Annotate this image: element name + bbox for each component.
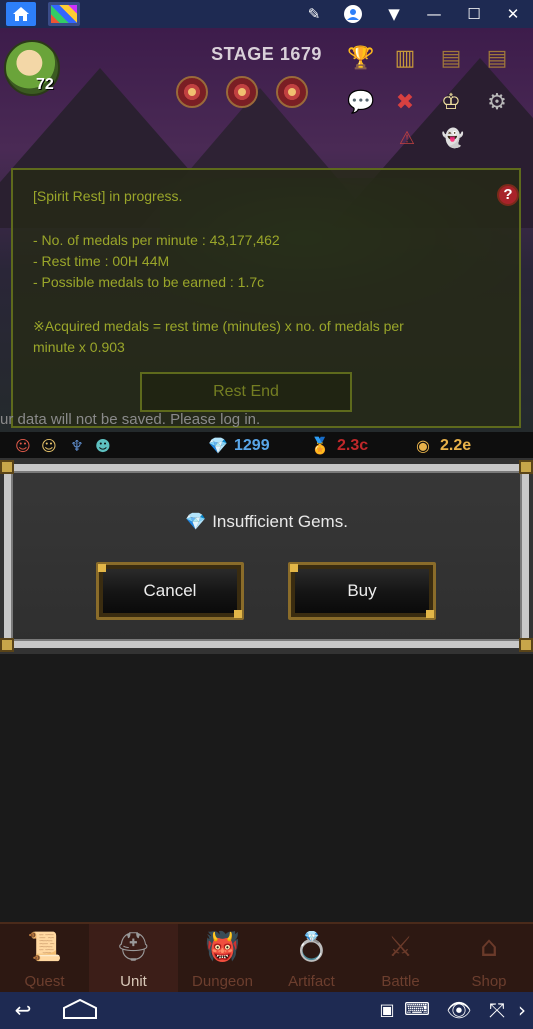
buy-button-label: Buy — [295, 569, 429, 613]
emulator-home-button[interactable] — [6, 2, 36, 26]
book-icon[interactable]: ▤ — [436, 44, 466, 74]
android-nav-bar: ↩ ▣ ⌨ 👁 ⤧ › — [0, 992, 533, 1029]
trophy-icon[interactable]: 🏆 — [346, 44, 376, 74]
fullscreen-icon[interactable]: ⤧ — [484, 998, 510, 1022]
brush-icon[interactable]: ✎ — [304, 4, 324, 24]
resource-bar: ☺ ☺ ♆ ☻ 💎 1299 🏅 2.3c ◉ 2.2e — [0, 432, 533, 460]
helmet-icon: ⛑ — [115, 930, 152, 963]
medal-count: 2.3c — [337, 437, 369, 454]
close-icon[interactable]: ✕ — [503, 4, 523, 24]
button-corner — [290, 564, 298, 572]
angel-icon[interactable]: ♔ — [436, 88, 466, 118]
nav-item-shop[interactable]: ⌂ Shop — [445, 924, 533, 992]
warning-icon[interactable]: ⚠ — [392, 124, 422, 154]
scroll-icon: 📜 — [27, 930, 62, 963]
medals-per-minute: - No. of medals per minute : 43,177,462 — [33, 232, 280, 248]
skill-orb-icon[interactable] — [226, 76, 258, 108]
skill-orb-icon[interactable] — [276, 76, 308, 108]
mission-icon[interactable]: ✖ — [390, 88, 420, 118]
gold-icon: ◉ — [416, 436, 430, 455]
help-icon[interactable]: ? — [497, 184, 519, 206]
dialog-corner — [519, 638, 533, 652]
settings-icon[interactable]: ⚙ — [482, 88, 512, 118]
button-corner — [98, 564, 106, 572]
player-level: 72 — [36, 76, 54, 93]
shop-icon: ⌂ — [480, 930, 498, 963]
lock-icon[interactable]: ▣ — [378, 998, 396, 1022]
journal-icon[interactable]: ▤ — [482, 44, 512, 74]
dialog-corner — [0, 460, 14, 474]
button-corner — [234, 610, 242, 618]
game-scene: 72 STAGE 1679 🏆 ▥ ▤ ▤ 💬 ✖ ♔ ⚙ ⚠ 👻 ? [Spi… — [0, 28, 533, 432]
nav-label: Unit — [120, 973, 147, 990]
nav-item-quest[interactable]: 📜 Quest — [0, 924, 89, 992]
spirit-rest-status: [Spirit Rest] in progress. — [33, 188, 183, 204]
app-tab-icon — [51, 5, 77, 23]
gem-icon: 💎 — [185, 512, 207, 532]
spirit-rest-panel: ? [Spirit Rest] in progress. - No. of me… — [11, 168, 521, 428]
minimize-icon[interactable]: — — [424, 4, 444, 24]
possible-medals: - Possible medals to be earned : 1.7c — [33, 274, 265, 290]
ranking-icon[interactable]: ▥ — [390, 44, 420, 74]
gold-count: 2.2e — [440, 437, 472, 454]
maximize-icon[interactable]: ☐ — [464, 4, 484, 24]
ghost-icon[interactable]: 👻 — [438, 124, 468, 154]
cancel-button-label: Cancel — [103, 569, 237, 613]
nav-label: Dungeon — [192, 973, 253, 990]
nav-item-unit[interactable]: ⛑ Unit — [89, 924, 178, 992]
login-notice: ur data will not be saved. Please log in… — [0, 411, 261, 428]
skill-orb-icon[interactable] — [176, 76, 208, 108]
party-member-icon[interactable]: ☺ — [12, 435, 34, 457]
emulator-toolbar: ✎ ▼ — ☐ ✕ — [0, 0, 533, 28]
party-member-icon[interactable]: ☺ — [38, 435, 60, 457]
dialog-message-row: 💎 Insufficient Gems. — [0, 512, 533, 532]
rest-end-button[interactable]: Rest End — [140, 372, 352, 412]
app-tab[interactable] — [48, 2, 80, 26]
back-icon[interactable]: ↩ — [8, 998, 38, 1022]
ring-icon: 💍 — [294, 930, 329, 963]
formula-text: ※Acquired medals = rest time (minutes) x… — [33, 318, 404, 334]
party-member-icon[interactable]: ☻ — [92, 435, 114, 457]
nav-item-artifact[interactable]: 💍 Artifact — [267, 924, 356, 992]
chevron-right-icon[interactable]: › — [514, 998, 530, 1022]
button-corner — [426, 610, 434, 618]
monster-icon: 👹 — [205, 930, 240, 963]
dialog-message: Insufficient Gems. — [212, 512, 348, 531]
buy-button[interactable]: Buy — [288, 562, 436, 620]
medal-icon: 🏅 — [310, 436, 330, 455]
cancel-button[interactable]: Cancel — [96, 562, 244, 620]
gem-count: 1299 — [234, 437, 270, 454]
home-icon[interactable] — [60, 998, 100, 1025]
dropdown-icon[interactable]: ▼ — [384, 4, 404, 24]
nav-label: Quest — [24, 973, 65, 990]
bottom-nav: 📜 Quest ⛑ Unit 👹 Dungeon 💍 Artifact ⚔ Ba… — [0, 922, 533, 992]
nav-label: Artifact — [288, 973, 335, 990]
formula-text-cont: minute x 0.903 — [33, 339, 125, 355]
nav-item-dungeon[interactable]: 👹 Dungeon — [178, 924, 267, 992]
gem-icon: 💎 — [208, 436, 228, 455]
dialog-corner — [0, 638, 14, 652]
home-icon — [13, 7, 29, 21]
eye-icon[interactable]: 👁 — [444, 998, 474, 1022]
keyboard-icon[interactable]: ⌨ — [400, 998, 434, 1022]
nav-label: Shop — [471, 973, 507, 990]
rest-time: - Rest time : 00H 44M — [33, 253, 170, 269]
party-member-icon[interactable]: ♆ — [66, 435, 88, 457]
swords-icon: ⚔ — [387, 930, 414, 963]
account-icon[interactable] — [343, 4, 363, 24]
dialog-corner — [519, 460, 533, 474]
dialog-frame — [4, 464, 529, 648]
chat-icon[interactable]: 💬 — [346, 88, 376, 118]
nav-label: Battle — [381, 973, 420, 990]
nav-item-battle[interactable]: ⚔ Battle — [356, 924, 445, 992]
insufficient-gems-dialog: 💎 Insufficient Gems. Cancel Buy — [0, 458, 533, 654]
